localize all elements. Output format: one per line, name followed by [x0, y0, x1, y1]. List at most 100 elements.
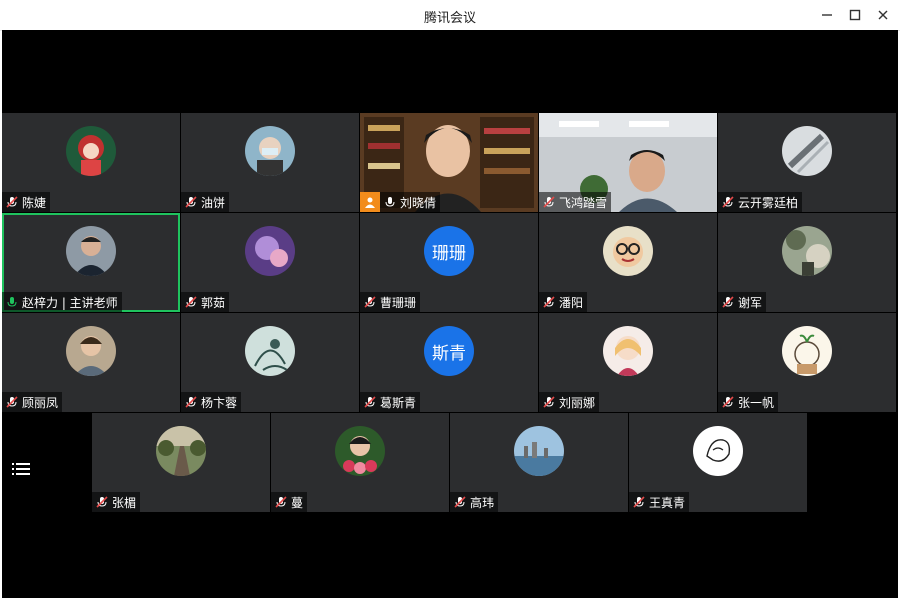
mic-muted-icon [185, 196, 197, 208]
list-icon [12, 463, 30, 475]
maximize-icon [849, 9, 861, 21]
mic-muted-icon [722, 296, 734, 308]
name-label: 谢军 [718, 292, 767, 312]
participant-tile[interactable]: 潘阳 [539, 213, 717, 312]
participant-tile[interactable]: 刘丽娜 [539, 313, 717, 412]
participant-tile[interactable]: 张一帆 [718, 313, 896, 412]
name-label: 陈婕 [2, 192, 51, 212]
name-label: 郭茹 [181, 292, 230, 312]
participant-tile[interactable]: 斯青 葛斯青 [360, 313, 538, 412]
avatar [66, 126, 116, 176]
avatar [603, 226, 653, 276]
mic-muted-icon [543, 396, 555, 408]
name-label: 刘丽娜 [539, 392, 600, 412]
participant-tile[interactable]: 陈婕 [2, 113, 180, 212]
participant-name: 刘丽娜 [559, 395, 596, 410]
mic-muted-icon [543, 196, 555, 208]
name-label: 潘阳 [539, 292, 588, 312]
participant-name: 顾丽凤 [22, 395, 59, 410]
avatar [245, 126, 295, 176]
participant-tile[interactable]: 高玮 [450, 413, 628, 512]
mic-muted-icon [722, 196, 734, 208]
name-label: 张一帆 [718, 392, 779, 412]
name-label: 刘晓倩 [380, 192, 441, 212]
text-avatar: 斯青 [424, 326, 474, 376]
mic-muted-icon [454, 496, 466, 508]
participant-tile[interactable]: 王真青 [629, 413, 807, 512]
mic-muted-icon [6, 196, 18, 208]
avatar [66, 226, 116, 276]
close-icon [878, 10, 888, 20]
mic-muted-icon [275, 496, 287, 508]
mic-icon [385, 197, 395, 207]
name-label: 顾丽凤 [2, 392, 63, 412]
mic-muted-icon [364, 396, 376, 408]
participant-name: 潘阳 [559, 295, 584, 310]
participant-tile-active-speaker[interactable]: 赵梓力 | 主讲老师 [2, 213, 180, 312]
participant-name: 郭茹 [201, 295, 226, 310]
mic-muted-icon [96, 496, 108, 508]
name-label: 王真青 [629, 492, 690, 512]
minimize-icon [822, 14, 832, 16]
name-label: 油饼 [181, 192, 230, 212]
avatar [782, 126, 832, 176]
video-grid: 陈婕 油饼 刘晓倩 飞鸿踏雪 云开雾廷柏 赵梓力 | 主讲老师 郭茹 珊珊 曹珊… [2, 30, 898, 598]
mic-muted-icon [6, 396, 18, 408]
title-bar: 腾讯会议 [0, 0, 900, 31]
participant-tile[interactable]: 蔓 [271, 413, 449, 512]
name-label: 曹珊珊 [360, 292, 421, 312]
name-label: 高玮 [450, 492, 499, 512]
participant-name: 赵梓力 | 主讲老师 [22, 295, 118, 310]
avatar [693, 426, 743, 476]
name-label: 张楣 [92, 492, 141, 512]
participant-tile[interactable]: 张楣 [92, 413, 270, 512]
name-label: 赵梓力 | 主讲老师 [2, 292, 122, 312]
participant-name: 王真青 [649, 495, 686, 510]
name-label: 杨卞蓉 [181, 392, 242, 412]
avatar [782, 226, 832, 276]
mic-muted-icon [543, 296, 555, 308]
participant-tile[interactable]: 刘晓倩 [360, 113, 538, 212]
participant-tile[interactable]: 郭茹 [181, 213, 359, 312]
participant-list-button[interactable] [6, 454, 36, 484]
avatar [603, 326, 653, 376]
participant-name: 葛斯青 [380, 395, 417, 410]
person-icon [360, 192, 380, 212]
participant-tile[interactable]: 油饼 [181, 113, 359, 212]
participant-name: 谢军 [738, 295, 763, 310]
participant-name: 陈婕 [22, 195, 47, 210]
name-label: 蔓 [271, 492, 308, 512]
avatar [782, 326, 832, 376]
participant-name: 飞鸿踏雪 [559, 195, 608, 210]
mic-icon [7, 297, 17, 307]
close-button[interactable] [868, 0, 898, 30]
avatar [66, 326, 116, 376]
participant-name: 杨卞蓉 [201, 395, 238, 410]
participant-name: 云开雾廷柏 [738, 195, 799, 210]
avatar [245, 226, 295, 276]
avatar [514, 426, 564, 476]
avatar [335, 426, 385, 476]
mic-muted-icon [364, 296, 376, 308]
participant-name: 蔓 [291, 495, 304, 510]
participant-name: 高玮 [470, 495, 495, 510]
participant-tile[interactable]: 顾丽凤 [2, 313, 180, 412]
participant-tile[interactable]: 杨卞蓉 [181, 313, 359, 412]
participant-name: 张楣 [112, 495, 137, 510]
minimize-button[interactable] [812, 0, 842, 30]
participant-tile[interactable]: 珊珊 曹珊珊 [360, 213, 538, 312]
participant-tile[interactable]: 谢军 [718, 213, 896, 312]
maximize-button[interactable] [840, 0, 870, 30]
mic-muted-icon [185, 396, 197, 408]
participant-name: 张一帆 [738, 395, 775, 410]
avatar [245, 326, 295, 376]
participant-tile[interactable]: 云开雾廷柏 [718, 113, 896, 212]
window-title: 腾讯会议 [423, 11, 476, 26]
avatar [156, 426, 206, 476]
participant-tile[interactable]: 飞鸿踏雪 [539, 113, 717, 212]
name-label: 云开雾廷柏 [718, 192, 803, 212]
mic-muted-icon [633, 496, 645, 508]
name-label: 飞鸿踏雪 [539, 192, 612, 212]
mic-muted-icon [722, 396, 734, 408]
participant-name: 刘晓倩 [400, 195, 437, 210]
